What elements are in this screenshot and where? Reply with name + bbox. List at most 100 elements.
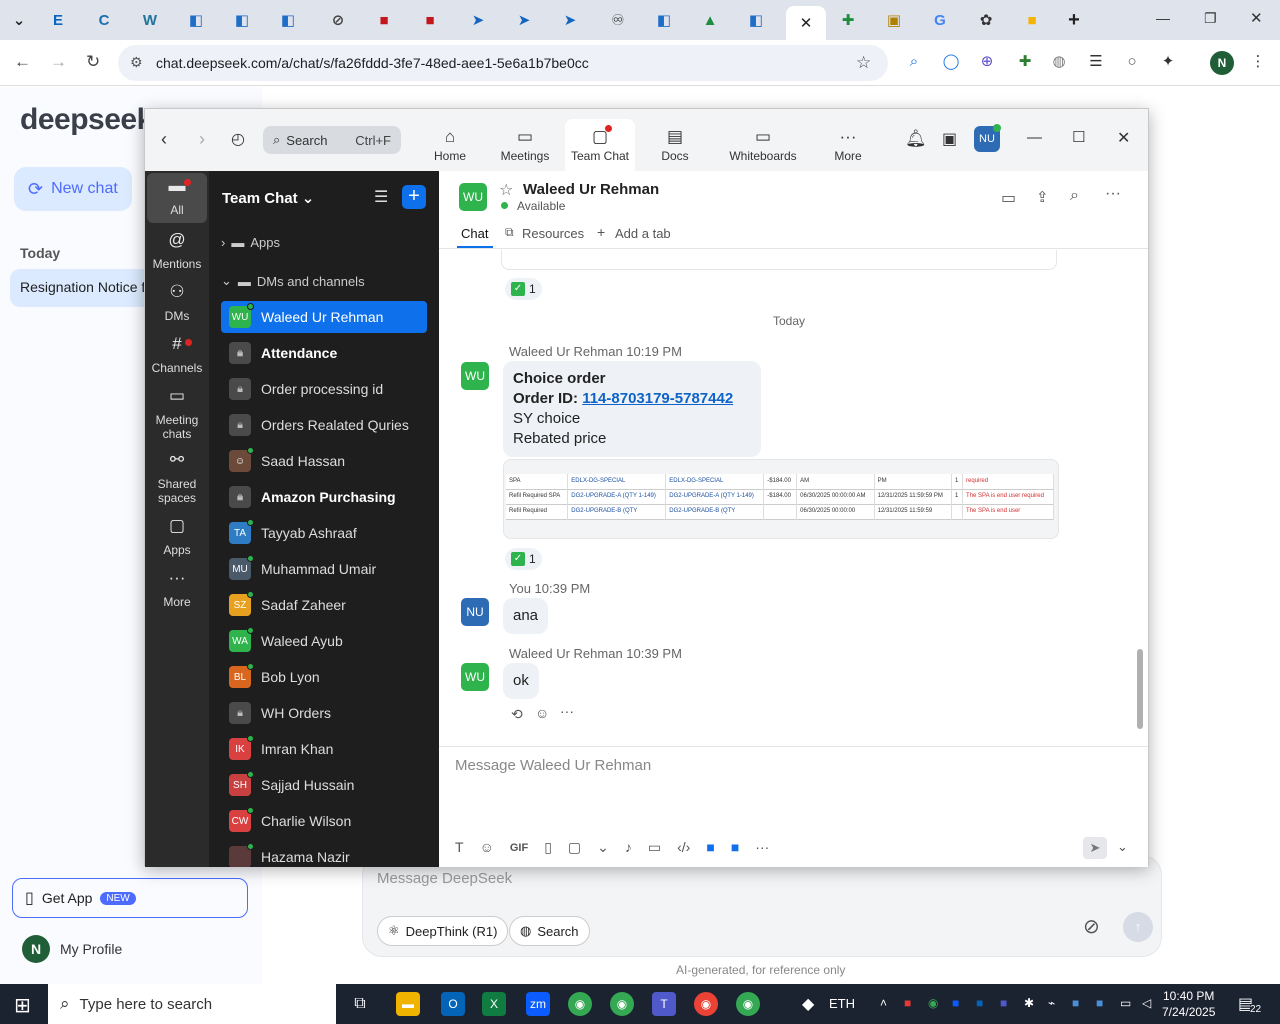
group-apps[interactable]: › ▬ Apps xyxy=(221,235,280,250)
tab-add[interactable]: Add a tab xyxy=(615,226,671,241)
chrome-icon[interactable]: ◉ xyxy=(568,992,592,1016)
chrome-icon[interactable]: ◉ xyxy=(610,992,634,1016)
filter-icon[interactable]: ☰ xyxy=(374,187,388,207)
tab-chat[interactable]: Chat xyxy=(461,226,488,241)
omnibox[interactable]: ⚙ chat.deepseek.com/a/chat/s/fa26fddd-3f… xyxy=(118,45,888,81)
tray-teams-icon[interactable]: ■ xyxy=(1000,996,1007,1010)
tab-whiteboards[interactable]: ▭ Whiteboards xyxy=(723,119,803,171)
send-icon[interactable]: ↑ xyxy=(1123,912,1153,942)
outlook-icon[interactable]: O xyxy=(441,992,465,1016)
back-icon[interactable]: ← xyxy=(14,52,31,72)
tab-favicon-sheets[interactable]: ✚ xyxy=(826,6,870,34)
contact-row[interactable]: ☺ Saad Hassan xyxy=(221,445,427,477)
contact-row[interactable]: 🔒︎ Amazon Purchasing xyxy=(221,481,427,513)
tab-favicon-google[interactable]: G xyxy=(918,6,962,34)
contact-row[interactable]: WA Waleed Ayub xyxy=(221,625,427,657)
tab-docs[interactable]: ▤ Docs xyxy=(640,119,710,171)
nav-all[interactable]: ▬ All xyxy=(147,173,207,223)
tray-wifi-off-icon[interactable]: ⌁ xyxy=(1048,996,1055,1010)
tab-favicon-arrow[interactable]: ➤ xyxy=(502,6,546,34)
contact-row[interactable]: 🔒︎ Order processing id xyxy=(221,373,427,405)
contact-row[interactable]: TA Tayyab Ashraaf xyxy=(221,517,427,549)
task-view-icon[interactable]: ⧉ xyxy=(348,992,372,1016)
contact-row[interactable]: Hazama Nazir xyxy=(221,841,427,867)
tray-zoom-icon[interactable]: ■ xyxy=(952,996,959,1010)
calendar-icon[interactable]: ▣ xyxy=(942,129,957,149)
tab-team-chat[interactable]: ▢ Team Chat xyxy=(565,119,635,171)
chevron-down-icon[interactable]: ⌄ xyxy=(597,839,609,857)
microphone-icon[interactable]: ♪ xyxy=(625,839,632,857)
reaction[interactable]: ✓ 1 xyxy=(505,548,542,570)
tab-favicon-qw[interactable]: ▣ xyxy=(872,6,916,34)
screenshot-icon[interactable]: ▢ xyxy=(568,839,581,857)
tab-favicon-chatgpt[interactable]: ✿ xyxy=(964,6,1008,34)
tray-app-icon[interactable]: ■ xyxy=(1072,996,1079,1010)
attach-icon[interactable]: ⊘ xyxy=(1083,914,1100,939)
ring-ext-icon[interactable]: ○ xyxy=(1123,53,1141,71)
tab-favicon-bracket[interactable]: ◧ xyxy=(642,6,686,34)
app-icon[interactable]: ■ xyxy=(706,839,714,857)
list-ext-icon[interactable]: ☰ xyxy=(1087,53,1105,71)
tray-acrobat-icon[interactable]: ■ xyxy=(904,996,911,1010)
emoji-reaction-icon[interactable]: ☺ xyxy=(535,705,549,721)
zoom-lens-ext-icon[interactable]: ⊕ xyxy=(978,53,996,71)
excel-icon[interactable]: X xyxy=(482,992,506,1016)
back-icon[interactable]: ‹ xyxy=(161,129,167,150)
chrome-icon[interactable]: ◉ xyxy=(736,992,760,1016)
site-info-icon[interactable]: ⚙ xyxy=(130,54,143,71)
profile-avatar[interactable]: N xyxy=(1210,51,1234,75)
tray-chrome-icon[interactable]: ◉ xyxy=(928,996,938,1010)
app-icon[interactable]: ■ xyxy=(731,839,739,857)
my-profile[interactable]: N My Profile xyxy=(22,935,122,963)
contact-row[interactable]: CW Charlie Wilson xyxy=(221,805,427,837)
send-options-chevron-icon[interactable]: ⌄ xyxy=(1117,839,1128,855)
avatar[interactable]: WU xyxy=(461,362,489,390)
tab-home[interactable]: ⌂ Home xyxy=(415,119,485,171)
tab-favicon-bracket[interactable]: ◧ xyxy=(266,6,310,34)
tray-volume-icon[interactable]: ◁ xyxy=(1142,996,1151,1010)
tab-favicon-arrow[interactable]: ➤ xyxy=(548,6,592,34)
reply-icon[interactable]: ⟲ xyxy=(511,706,523,723)
tab-meetings[interactable]: ▭ Meetings xyxy=(490,119,560,171)
zoom-app-icon[interactable]: zm xyxy=(526,992,550,1016)
chrome-icon[interactable]: ◉ xyxy=(694,992,718,1016)
puzzle-ext-icon[interactable]: ✦ xyxy=(1159,53,1177,71)
maximize-icon[interactable]: ☐ xyxy=(1072,128,1085,146)
contact-row[interactable]: 🔒︎ WH Orders xyxy=(221,697,427,729)
contact-row[interactable]: WU Waleed Ur Rehman xyxy=(221,301,427,333)
restore-icon[interactable]: ❐ xyxy=(1204,10,1217,27)
nav-mentions[interactable]: @ Mentions xyxy=(147,231,207,271)
code-icon[interactable]: ‹/› xyxy=(677,839,690,857)
forward-icon[interactable]: › xyxy=(199,129,205,150)
search-icon[interactable]: ⌕ xyxy=(1070,187,1079,205)
history-icon[interactable]: ◴ xyxy=(231,129,245,149)
contact-name[interactable]: Waleed Ur Rehman xyxy=(523,181,659,198)
tab-favicon-wordpress[interactable]: W xyxy=(128,6,172,34)
url-text[interactable]: chat.deepseek.com/a/chat/s/fa26fddd-3fe7… xyxy=(156,55,589,71)
file-icon[interactable]: ▯ xyxy=(544,839,552,857)
nav-more[interactable]: ··· More xyxy=(147,569,207,609)
taskbar-clock[interactable]: 10:40 PM 7/24/2025 xyxy=(1162,988,1215,1020)
tab-favicon-arrow[interactable]: ➤ xyxy=(456,6,500,34)
forward-icon[interactable]: → xyxy=(50,52,67,72)
menu-dots-icon[interactable]: ⋮ xyxy=(1249,53,1267,71)
avatar[interactable]: WU xyxy=(459,183,487,211)
bell-icon[interactable]: 🔔︎ xyxy=(905,129,927,149)
contact-row[interactable]: SH Sajjad Hussain xyxy=(221,769,427,801)
nav-channels[interactable]: # Channels xyxy=(147,335,207,375)
contact-row[interactable]: 🔒︎ Attendance xyxy=(221,337,427,369)
new-chat-plus-button[interactable]: + xyxy=(402,185,426,209)
tab-favicon-bracket[interactable]: ◧ xyxy=(734,6,778,34)
tray-network-icon[interactable]: ▭ xyxy=(1120,996,1131,1010)
file-explorer-icon[interactable]: ▬ xyxy=(396,992,420,1016)
close-window-icon[interactable]: ✕ xyxy=(1250,9,1263,27)
send-icon[interactable]: ➤ xyxy=(1083,837,1107,859)
tab-favicon-globe[interactable]: ⊘ xyxy=(316,6,360,34)
tab-favicon-keep[interactable]: ■ xyxy=(1010,6,1054,34)
text-format-icon[interactable]: T xyxy=(455,839,464,857)
new-tab-button[interactable]: + xyxy=(1052,6,1096,34)
close-icon[interactable]: ✕ xyxy=(1117,128,1130,148)
video-message-icon[interactable]: ▭ xyxy=(648,839,661,857)
bookmark-star-icon[interactable]: ☆ xyxy=(856,53,871,73)
tab-favicon-red[interactable]: ■ xyxy=(362,6,406,34)
